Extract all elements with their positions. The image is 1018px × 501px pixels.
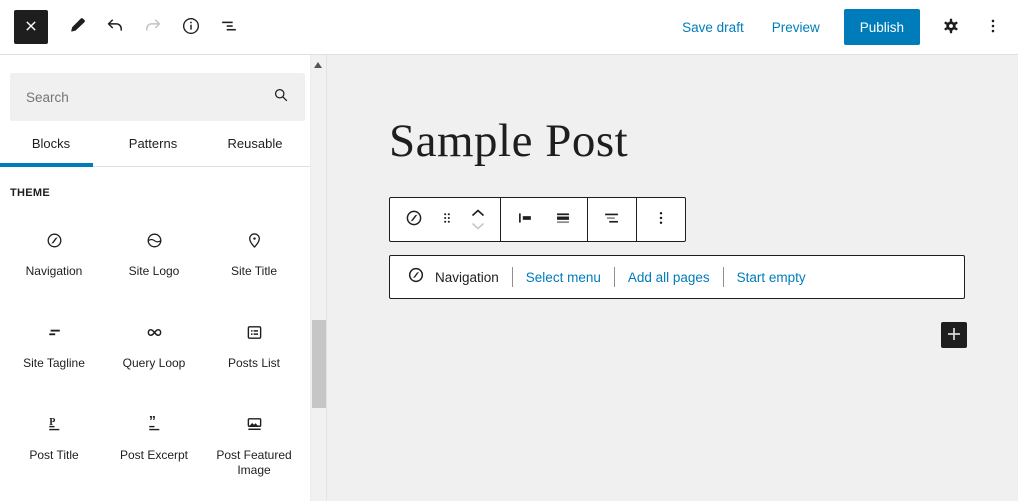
info-icon: [180, 15, 202, 40]
block-toolbar: [389, 197, 686, 242]
toolbar-group-alignment: [500, 198, 587, 241]
align-left-icon: [514, 207, 536, 232]
block-item-label: Site Title: [231, 264, 277, 279]
block-item-label: Posts List: [228, 356, 280, 371]
query-loop-icon: [144, 321, 165, 343]
close-editor-button[interactable]: [14, 10, 48, 44]
width-button[interactable]: [544, 202, 582, 238]
tab-reusable[interactable]: Reusable: [204, 121, 306, 166]
block-item-query-loop[interactable]: Query Loop: [104, 311, 204, 393]
preview-button[interactable]: Preview: [760, 20, 832, 35]
block-item-posts-list[interactable]: Posts List: [204, 311, 304, 393]
list-view-button[interactable]: [210, 9, 248, 45]
select-menu-button[interactable]: Select menu: [526, 270, 601, 285]
posts-list-icon: [244, 321, 265, 343]
inserter-tabs: Blocks Patterns Reusable: [0, 121, 310, 167]
align-button[interactable]: [506, 202, 544, 238]
separator: [614, 267, 615, 287]
block-mover: [461, 207, 495, 233]
gear-icon: [940, 15, 962, 40]
edit-mode-button[interactable]: [58, 9, 96, 45]
editor-body: Blocks Patterns Reusable THEME Navigatio…: [0, 55, 1018, 501]
drag-handle[interactable]: [433, 202, 461, 238]
block-item-post-excerpt[interactable]: ” Post Excerpt: [104, 403, 204, 485]
sidebar-scrollbar[interactable]: [310, 55, 326, 501]
navigation-block[interactable]: Navigation Select menu Add all pages Sta…: [389, 255, 965, 299]
tab-blocks[interactable]: Blocks: [0, 121, 102, 166]
options-menu-button[interactable]: [974, 9, 1012, 45]
navigation-block-icon: [403, 207, 425, 232]
justify-items-button[interactable]: [593, 202, 631, 238]
block-item-label: Query Loop: [123, 356, 186, 371]
publish-button[interactable]: Publish: [844, 9, 920, 45]
separator: [723, 267, 724, 287]
navigation-icon: [44, 229, 65, 251]
block-item-label: Post Excerpt: [120, 448, 188, 463]
separator: [512, 267, 513, 287]
plus-icon: [943, 323, 965, 348]
navigation-block-icon: [406, 265, 426, 290]
start-empty-button[interactable]: Start empty: [737, 270, 806, 285]
tab-patterns[interactable]: Patterns: [102, 121, 204, 166]
add-all-pages-button[interactable]: Add all pages: [628, 270, 710, 285]
block-item-post-title[interactable]: P Post Title: [4, 403, 104, 485]
search-icon: [271, 85, 291, 110]
settings-button[interactable]: [932, 9, 970, 45]
site-title-icon: [244, 229, 265, 251]
drag-handle-icon: [437, 208, 457, 231]
block-inserter-panel: Blocks Patterns Reusable THEME Navigatio…: [0, 55, 310, 501]
post-content-column: Sample Post: [389, 113, 967, 348]
chevron-down-icon: [470, 219, 486, 234]
site-logo-icon: [144, 229, 165, 251]
search-input[interactable]: [24, 89, 271, 106]
post-title-icon: P: [44, 413, 65, 435]
post-featured-image-icon: [244, 413, 265, 435]
redo-icon: [142, 15, 164, 40]
scrollbar-thumb[interactable]: [312, 320, 326, 408]
block-item-site-logo[interactable]: Site Logo: [104, 219, 204, 301]
block-item-label: Site Logo: [129, 264, 180, 279]
toolbar-group-block: [390, 198, 500, 241]
close-icon: [21, 16, 41, 39]
navigation-block-label: Navigation: [435, 270, 499, 285]
block-item-post-featured-image[interactable]: Post Featured Image: [204, 403, 304, 485]
block-item-site-tagline[interactable]: Site Tagline: [4, 311, 104, 393]
post-title[interactable]: Sample Post: [389, 113, 967, 169]
list-view-icon: [218, 15, 240, 40]
scrollbar-up-arrow-icon[interactable]: [314, 62, 322, 68]
wordpress-block-editor: Save draft Preview Publish: [0, 0, 1018, 501]
site-tagline-icon: [44, 321, 65, 343]
add-block-button[interactable]: [941, 322, 967, 348]
block-grid: Navigation Site Logo Site Title: [0, 199, 310, 485]
block-item-label: Post Featured Image: [204, 448, 304, 478]
post-excerpt-icon: ”: [144, 413, 165, 435]
block-item-label: Site Tagline: [23, 356, 85, 371]
block-type-button[interactable]: [395, 202, 433, 238]
undo-icon: [104, 15, 126, 40]
header-tools: [0, 9, 248, 45]
block-item-label: Navigation: [26, 264, 83, 279]
block-item-label: Post Title: [29, 448, 78, 463]
editor-header: Save draft Preview Publish: [0, 0, 1018, 55]
editor-canvas: Sample Post: [326, 55, 1018, 501]
details-button[interactable]: [172, 9, 210, 45]
undo-button[interactable]: [96, 9, 134, 45]
move-down-button[interactable]: [470, 220, 486, 233]
stacked-width-bars-icon: [552, 207, 574, 232]
save-draft-button[interactable]: Save draft: [670, 20, 756, 35]
section-title-theme: THEME: [10, 187, 310, 199]
block-options-button[interactable]: [642, 202, 680, 238]
toolbar-group-justify: [587, 198, 636, 241]
kebab-icon: [982, 15, 1004, 40]
block-item-navigation[interactable]: Navigation: [4, 219, 104, 301]
redo-button[interactable]: [134, 9, 172, 45]
kebab-icon: [650, 207, 672, 232]
toolbar-group-options: [636, 198, 685, 241]
block-item-site-title[interactable]: Site Title: [204, 219, 304, 301]
header-actions: Save draft Preview Publish: [670, 9, 1012, 45]
justify-lines-icon: [601, 207, 623, 232]
search-box: [10, 73, 305, 121]
pencil-icon: [66, 15, 88, 40]
